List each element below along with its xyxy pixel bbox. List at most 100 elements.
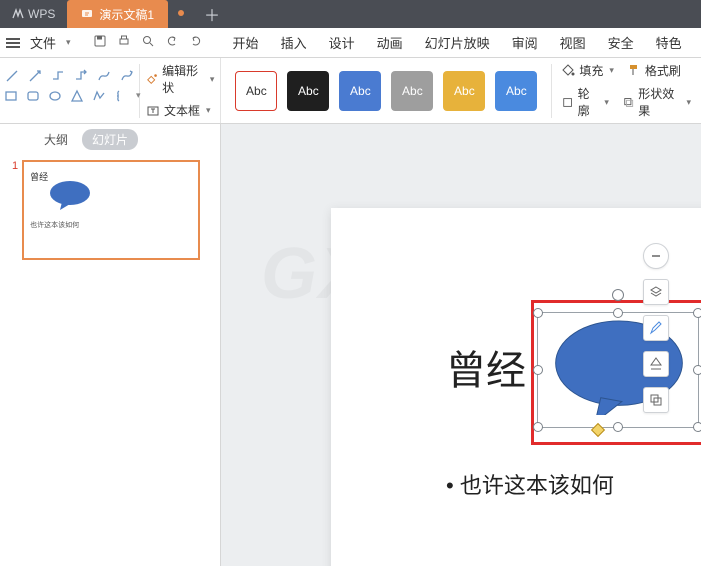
fill-button[interactable]: 填充 <box>562 62 614 79</box>
app-name: WPS <box>28 7 55 21</box>
tab-slideshow[interactable]: 幻灯片放映 <box>423 27 492 58</box>
tab-start[interactable]: 开始 <box>231 27 261 58</box>
document-tab[interactable]: 演示文稿1 <box>67 0 168 28</box>
edit-shape-label: 编辑形状 <box>162 62 204 96</box>
triangle-shape-icon[interactable] <box>70 88 84 104</box>
tab-review[interactable]: 审阅 <box>510 27 540 58</box>
menu-bar: 文件 ▾ 开始 插入 设计 动画 幻灯片放映 审阅 视图 安全 特色 <box>0 28 701 58</box>
file-dropdown-icon[interactable]: ▾ <box>66 37 71 48</box>
undo-icon[interactable] <box>165 34 179 51</box>
app-brand: WPS <box>0 7 67 21</box>
new-tab-button[interactable]: ＋ <box>204 2 220 26</box>
textbox-label: 文本框 <box>164 102 200 119</box>
copy-button[interactable] <box>643 387 669 413</box>
save-icon[interactable] <box>93 34 107 51</box>
edit-shape-group: 编辑形状 文本框 <box>140 58 221 123</box>
elbow-arrow-icon[interactable] <box>74 68 89 84</box>
handle-bc[interactable] <box>613 422 623 432</box>
style-swatch-4[interactable]: Abc <box>391 71 433 111</box>
hamburger-icon[interactable] <box>6 38 20 48</box>
selection-frame[interactable] <box>537 312 699 428</box>
floating-toolbar <box>643 243 669 413</box>
unsaved-dot-icon <box>178 10 184 16</box>
layers-button[interactable] <box>643 279 669 305</box>
shape-fx-group: 填充 格式刷 轮廓 形状效果 <box>552 58 701 123</box>
curve-arrow-icon[interactable] <box>120 68 135 84</box>
ribbon-tabs: 开始 插入 设计 动画 幻灯片放映 审阅 视图 安全 特色 <box>231 27 684 58</box>
doc-title: 演示文稿1 <box>99 6 154 23</box>
slide-thumbnail[interactable]: 曾经 也许这本该如何 <box>22 160 200 260</box>
arrow-shape-icon[interactable] <box>27 68 42 84</box>
shape-style-gallery: Abc Abc Abc Abc Abc Abc <box>221 64 552 118</box>
collapse-button[interactable] <box>643 243 669 269</box>
print-icon[interactable] <box>117 34 131 51</box>
handle-rc[interactable] <box>693 365 701 375</box>
style-swatch-3[interactable]: Abc <box>339 71 381 111</box>
shape-gallery[interactable]: ▾ <box>0 64 140 118</box>
slide-body[interactable]: • 也许这本该如何 <box>446 468 614 500</box>
handle-tr[interactable] <box>693 308 701 318</box>
file-menu[interactable]: 文件 <box>30 33 56 52</box>
edit-shape-icon <box>146 72 158 86</box>
thumb-title: 曾经 <box>30 170 48 183</box>
quick-access-toolbar <box>93 34 203 51</box>
textbox-icon <box>146 104 160 118</box>
shape-effects-label: 形状效果 <box>638 85 680 119</box>
thumb-body: 也许这本该如何 <box>30 220 79 230</box>
outline-label: 轮廓 <box>578 85 599 119</box>
fill-icon <box>562 64 575 77</box>
roundrect-shape-icon[interactable] <box>26 88 40 104</box>
menu-left: 文件 ▾ <box>0 33 203 52</box>
slide-title[interactable]: 曾经 <box>446 338 526 396</box>
style-swatch-5[interactable]: Abc <box>443 71 485 111</box>
handle-tc[interactable] <box>613 308 623 318</box>
slide-panel: 大纲 幻灯片 1 曾经 也许这本该如何 <box>0 124 221 566</box>
tab-animation[interactable]: 动画 <box>375 27 405 58</box>
elbow-shape-icon[interactable] <box>50 68 65 84</box>
handle-tl[interactable] <box>533 308 543 318</box>
rotate-handle[interactable] <box>612 289 624 301</box>
wps-logo-icon <box>12 8 24 20</box>
format-painter-icon <box>628 64 641 77</box>
thumb-speech-bubble-icon <box>48 180 92 210</box>
edit-shape-button[interactable]: 编辑形状 <box>146 62 214 96</box>
shape-effects-icon <box>623 96 634 109</box>
rect-shape-icon[interactable] <box>4 88 18 104</box>
preview-icon[interactable] <box>141 34 155 51</box>
handle-lc[interactable] <box>533 365 543 375</box>
tab-features[interactable]: 特色 <box>654 27 684 58</box>
align-button[interactable] <box>643 351 669 377</box>
curve-shape-icon[interactable] <box>97 68 112 84</box>
ellipse-shape-icon[interactable] <box>48 88 62 104</box>
format-painter-label: 格式刷 <box>645 62 681 79</box>
line-shape-icon[interactable] <box>4 68 19 84</box>
tab-insert[interactable]: 插入 <box>279 27 309 58</box>
freeform-shape-icon[interactable] <box>92 88 106 104</box>
brace-shape-icon[interactable] <box>114 88 128 104</box>
style-swatch-2[interactable]: Abc <box>287 71 329 111</box>
handle-br[interactable] <box>693 422 701 432</box>
outline-icon <box>562 96 573 109</box>
shape-effects-button[interactable]: 形状效果 <box>623 85 691 119</box>
tab-outline[interactable]: 大纲 <box>44 131 68 148</box>
tab-slides[interactable]: 幻灯片 <box>82 129 138 150</box>
title-bar: WPS 演示文稿1 ＋ <box>0 0 701 28</box>
panel-tabs: 大纲 幻灯片 <box>0 124 220 154</box>
style-swatch-6[interactable]: Abc <box>495 71 537 111</box>
fill-label: 填充 <box>579 62 603 79</box>
style-swatch-1[interactable]: Abc <box>235 71 277 111</box>
slide-canvas[interactable]: GX 网 曾经 • 也许这本该如何 <box>221 124 701 566</box>
handle-bl[interactable] <box>533 422 543 432</box>
tab-view[interactable]: 视图 <box>558 27 588 58</box>
presentation-icon <box>81 8 93 20</box>
pen-button[interactable] <box>643 315 669 341</box>
redo-icon[interactable] <box>189 34 203 51</box>
outline-button[interactable]: 轮廓 <box>562 85 608 119</box>
ribbon: ▾ 编辑形状 文本框 Abc Abc Abc Abc Abc Abc 填充 格式… <box>0 58 701 124</box>
tab-design[interactable]: 设计 <box>327 27 357 58</box>
tab-security[interactable]: 安全 <box>606 27 636 58</box>
slide-thumb-wrap: 1 曾经 也许这本该如何 <box>0 154 220 266</box>
format-painter-button[interactable]: 格式刷 <box>628 62 681 79</box>
work-area: 大纲 幻灯片 1 曾经 也许这本该如何 GX 网 曾经 • 也许这本该如何 <box>0 124 701 566</box>
textbox-button[interactable]: 文本框 <box>146 102 214 119</box>
